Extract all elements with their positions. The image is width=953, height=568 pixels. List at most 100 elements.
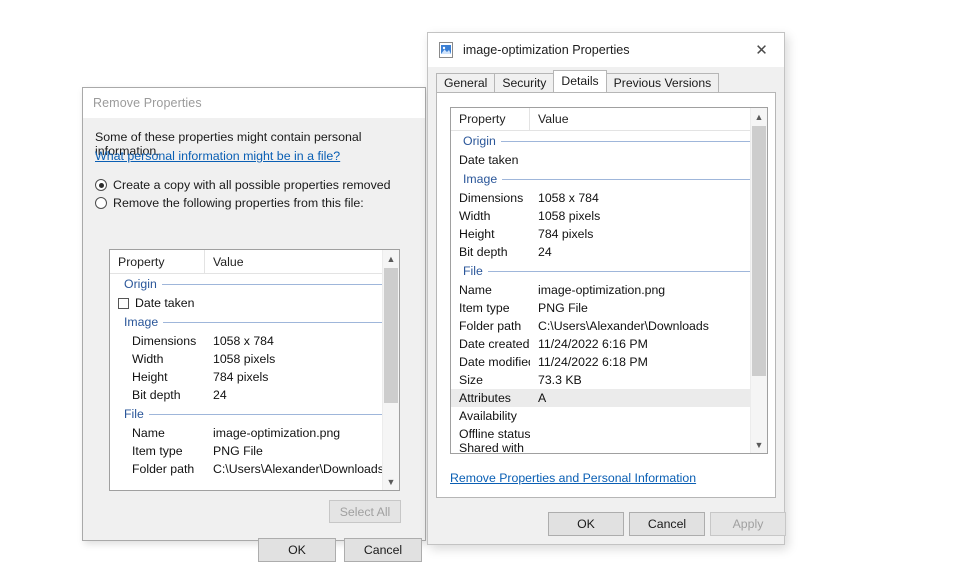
property-value-cell: 73.3 KB [538,373,582,387]
group-divider [487,270,755,272]
details-tab-panel: Property Value Origin Date taken Image Dime… [436,92,776,498]
property-value-cell: 784 pixels [213,370,269,384]
tab-security[interactable]: Security [494,73,555,92]
table-row[interactable]: Bit depth 24 [451,243,767,261]
scroll-down-icon[interactable]: ▼ [751,436,767,453]
property-name-cell: Offline status [459,427,530,441]
radio-remove-following[interactable]: Remove the following properties from thi… [95,196,364,210]
table-row[interactable]: Attributes A [451,389,767,407]
table-row[interactable]: Dimensions 1058 x 784 [451,189,767,207]
property-name-cell: Item type [132,444,183,458]
table-row[interactable]: Height 784 pixels [451,225,767,243]
property-name-cell: Folder path [132,462,195,476]
property-name-cell: Size [459,373,483,387]
property-value-cell: 11/24/2022 6:18 PM [538,355,648,369]
close-icon[interactable]: ✕ [739,33,784,67]
property-value-cell: 1058 pixels [538,209,601,223]
remove-properties-cancel-button[interactable]: Cancel [344,538,422,562]
scroll-down-icon[interactable]: ▼ [383,473,399,490]
remove-properties-list-scrollbar[interactable]: ▲ ▼ [382,250,399,490]
property-group-file: File [110,404,399,424]
properties-apply-button[interactable]: Apply [710,512,786,536]
tab-general[interactable]: General [436,73,496,92]
table-row[interactable]: Folder path C:\Users\Alexander\Downloads [110,460,399,478]
table-row[interactable]: Height 784 pixels [110,368,399,386]
group-divider [502,178,755,180]
properties-cancel-button[interactable]: Cancel [629,512,705,536]
remove-properties-link[interactable]: Remove Properties and Personal Informati… [450,471,696,485]
table-row[interactable]: Size 73.3 KB [451,371,767,389]
details-list-header: Property Value [451,108,767,131]
scrollbar-thumb[interactable] [752,126,766,376]
personal-information-help-link[interactable]: What personal information might be in a … [95,149,340,163]
table-row[interactable]: Availability [451,407,767,425]
table-row[interactable]: Bit depth 24 [110,386,399,404]
column-header-property[interactable]: Property [451,108,530,130]
table-row[interactable]: Width 1058 pixels [110,350,399,368]
remove-properties-list[interactable]: Property Value Origin Date taken Image Dime… [109,249,400,491]
column-header-value[interactable]: Value [205,250,399,274]
radio-create-copy-label: Create a copy with all possible properti… [113,178,391,192]
property-group-image: Image [110,312,399,332]
remove-properties-ok-button[interactable]: OK [258,538,336,562]
column-header-value[interactable]: Value [530,108,767,130]
property-name-cell: Availability [459,409,517,423]
property-value-cell: A [538,391,547,405]
remove-properties-dialog: Remove Properties Some of these properti… [82,87,426,562]
property-name-cell: Bit depth [459,245,508,259]
properties-window-title: image-optimization Properties [463,43,630,57]
property-name-cell: Name [459,283,492,297]
group-divider [163,321,387,323]
table-row[interactable]: Name image-optimization.png [110,424,399,442]
table-row[interactable]: Date taken [110,294,399,312]
table-row[interactable]: Dimensions 1058 x 784 [110,332,399,350]
table-row[interactable]: Date created 11/24/2022 6:16 PM [451,335,767,353]
properties-ok-button[interactable]: OK [548,512,624,536]
radio-remove-following-label: Remove the following properties from thi… [113,196,364,210]
property-group-file: File [451,261,767,281]
property-value-cell: 11/24/2022 6:16 PM [538,337,648,351]
scroll-up-icon[interactable]: ▲ [751,108,767,125]
group-divider [161,283,387,285]
file-properties-window: image-optimization Properties ✕ General S… [427,32,786,545]
property-name-cell: Width [459,209,491,223]
details-list-scrollbar[interactable]: ▲ ▼ [750,108,767,453]
table-row[interactable]: Folder path C:\Users\Alexander\Downloads [451,317,767,335]
table-row[interactable]: Width 1058 pixels [451,207,767,225]
tab-previous-versions[interactable]: Previous Versions [605,73,720,92]
column-header-property[interactable]: Property [110,250,205,274]
property-name-cell: Name [132,426,165,440]
property-name-cell: Width [132,352,164,366]
property-name-cell: Date taken [110,296,205,310]
properties-tabstrip: General Security Details Previous Versions [436,70,784,92]
property-value-cell: PNG File [538,301,588,315]
radio-create-copy[interactable]: Create a copy with all possible properti… [95,178,391,192]
details-list-rows: Origin Date taken Image Dimensions 1058 x 78… [451,131,767,454]
property-value-cell: image-optimization.png [213,426,341,440]
group-divider [148,413,387,415]
remove-properties-body: Some of these properties might contain p… [83,118,425,562]
table-row[interactable]: Date taken [451,151,767,169]
property-name-cell: Height [459,227,495,241]
property-group-label: Origin [463,134,496,148]
property-group-label: File [463,264,483,278]
property-name-cell: Dimensions [459,191,524,205]
tab-details[interactable]: Details [553,70,607,92]
select-all-button[interactable]: Select All [329,500,401,523]
property-value-cell: PNG File [213,444,263,458]
radio-create-copy-indicator [95,179,107,191]
property-name-cell: Height [132,370,168,384]
property-value-cell: 24 [538,245,552,259]
table-row[interactable]: Shared with [451,441,767,454]
table-row[interactable]: Name image-optimization.png [451,281,767,299]
properties-titlebar[interactable]: image-optimization Properties ✕ [428,33,784,67]
details-property-list[interactable]: Property Value Origin Date taken Image Dime… [450,107,768,454]
date-taken-checkbox[interactable] [118,297,129,309]
scroll-up-icon[interactable]: ▲ [383,250,399,267]
property-name-text: Date taken [135,296,195,310]
table-row[interactable]: Item type PNG File [110,442,399,460]
table-row[interactable]: Date modified 11/24/2022 6:18 PM [451,353,767,371]
scrollbar-thumb[interactable] [384,268,398,403]
table-row[interactable]: Item type PNG File [451,299,767,317]
remove-properties-titlebar[interactable]: Remove Properties [83,88,425,118]
